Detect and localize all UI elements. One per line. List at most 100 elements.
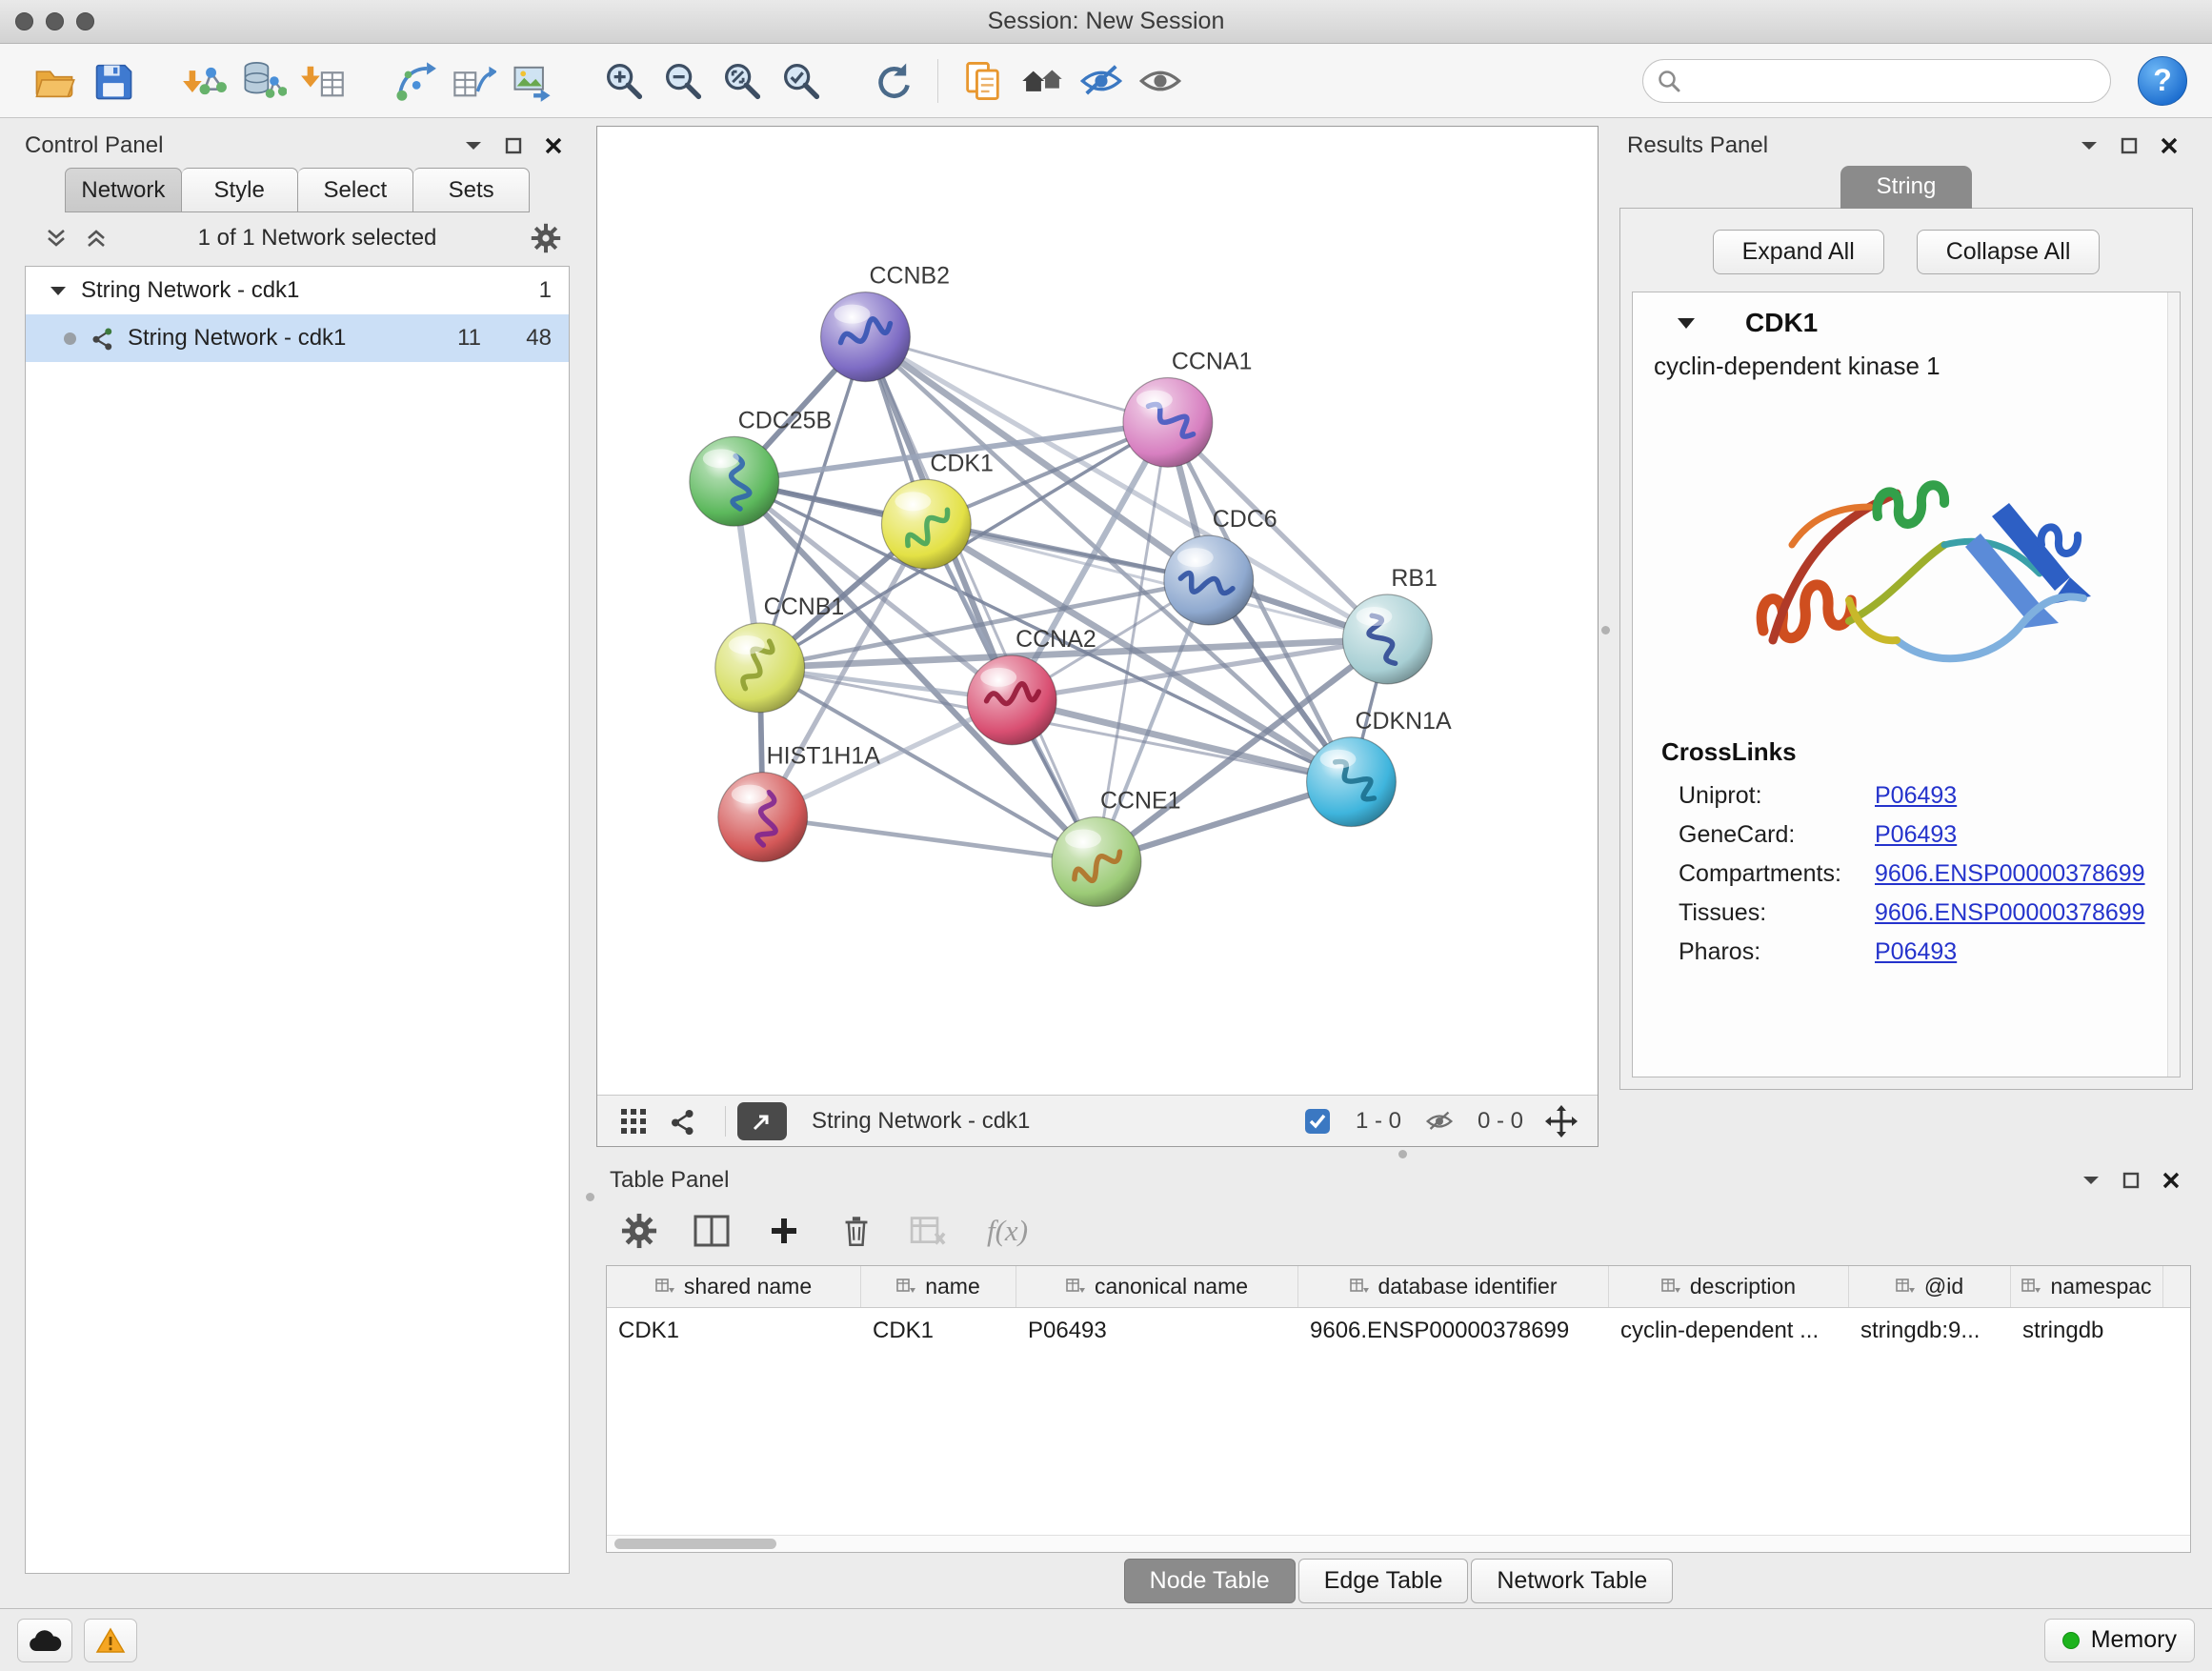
import-network-database-button[interactable] (234, 51, 293, 111)
column-header-name[interactable]: name (861, 1266, 1016, 1307)
delete-column-icon[interactable] (835, 1209, 878, 1253)
network-row[interactable]: String Network - cdk1 11 48 (26, 314, 569, 362)
network-from-selection-button[interactable] (385, 51, 444, 111)
help-button[interactable]: ? (2138, 56, 2187, 106)
node-CDKN1A[interactable]: CDKN1A (1307, 708, 1452, 827)
table-cell[interactable]: CDK1 (861, 1308, 1016, 1354)
show-all-button[interactable] (1131, 51, 1190, 111)
pan-move-icon[interactable] (1542, 1102, 1580, 1140)
tab-network-table[interactable]: Network Table (1471, 1559, 1673, 1603)
column-header-database-identifier[interactable]: database identifier (1298, 1266, 1609, 1307)
cloud-icon (28, 1628, 62, 1653)
show-columns-icon[interactable] (690, 1209, 734, 1253)
gene-header-row[interactable]: CDK1 (1633, 292, 2180, 348)
results-scrollbar[interactable] (2167, 292, 2180, 1077)
tab-network[interactable]: Network (65, 168, 182, 212)
new-network-table-button[interactable] (444, 51, 503, 111)
hide-selected-button[interactable] (1072, 51, 1131, 111)
cloud-button[interactable] (17, 1619, 72, 1662)
search-input[interactable] (1691, 68, 2097, 94)
memory-button[interactable]: Memory (2044, 1619, 2195, 1662)
birdseye-toggle-button[interactable] (737, 1102, 787, 1140)
snapshot-button[interactable] (954, 51, 1013, 111)
search-box[interactable] (1642, 59, 2111, 103)
crosslink-link[interactable]: P06493 (1875, 821, 1957, 849)
zoom-fit-button[interactable] (713, 51, 772, 111)
scrollbar-thumb[interactable] (614, 1539, 776, 1549)
float-panel-icon[interactable] (2115, 1166, 2147, 1195)
tab-string[interactable]: String (1840, 166, 1973, 209)
grid-layout-icon[interactable] (614, 1102, 653, 1140)
collapse-panel-icon[interactable] (457, 131, 490, 160)
import-network-file-button[interactable] (175, 51, 234, 111)
table-cell[interactable]: stringdb:9... (1849, 1308, 2011, 1354)
tab-sets[interactable]: Sets (413, 168, 530, 212)
network-canvas[interactable]: CCNB2CCNA1CDC25BCDK1CDC6RB1CCNB1CCNA2CDK… (597, 127, 1598, 1095)
tree-expander-icon[interactable] (50, 286, 66, 296)
node-CCNA1[interactable]: CCNA1 (1123, 348, 1252, 467)
column-header-namespac[interactable]: namespac (2011, 1266, 2163, 1307)
collapse-panel-icon[interactable] (2073, 131, 2105, 160)
minimize-window-button[interactable] (46, 12, 64, 30)
network-collection-row[interactable]: String Network - cdk1 1 (26, 267, 569, 314)
table-cell[interactable]: stringdb (2011, 1308, 2163, 1354)
tab-select[interactable]: Select (298, 168, 414, 212)
add-column-icon[interactable] (762, 1209, 806, 1253)
selected-checkbox-icon[interactable] (1298, 1102, 1337, 1140)
table-horizontal-scrollbar[interactable] (607, 1535, 2190, 1552)
collapse-all-button[interactable]: Collapse All (1917, 230, 2101, 274)
gene-detail-card: CDK1 cyclin-dependent kinase 1 (1632, 292, 2181, 1077)
canvas-table-splitter[interactable] (596, 1147, 2201, 1160)
node-table: shared namenamecanonical namedatabase id… (606, 1265, 2191, 1553)
gene-collapse-icon[interactable] (1677, 317, 1696, 330)
network-options-gear-icon[interactable] (530, 224, 562, 252)
refresh-button[interactable] (863, 51, 922, 111)
import-table-button[interactable] (293, 51, 352, 111)
node-RB1[interactable]: RB1 (1342, 565, 1437, 684)
edge-HIST1H1A-CCNE1[interactable] (763, 817, 1096, 862)
crosslink-link[interactable]: 9606.ENSP00000378699 (1875, 860, 2145, 888)
zoom-in-button[interactable] (594, 51, 654, 111)
table-cell[interactable]: CDK1 (607, 1308, 861, 1354)
zoom-out-button[interactable] (654, 51, 713, 111)
birds-eye-button[interactable] (1013, 51, 1072, 111)
crosslink-link[interactable]: 9606.ENSP00000378699 (1875, 899, 2145, 927)
export-image-button[interactable] (503, 51, 562, 111)
crosslink-link[interactable]: P06493 (1875, 782, 1957, 810)
table-options-gear-icon[interactable] (617, 1209, 661, 1253)
canvas-results-splitter[interactable] (1599, 126, 1612, 1147)
float-panel-icon[interactable] (2113, 131, 2145, 160)
tab-node-table[interactable]: Node Table (1124, 1559, 1296, 1603)
float-panel-icon[interactable] (497, 131, 530, 160)
close-window-button[interactable] (15, 12, 33, 30)
column-header--id[interactable]: @id (1849, 1266, 2011, 1307)
expand-all-trees-icon[interactable] (40, 224, 72, 252)
save-session-button[interactable] (84, 51, 143, 111)
collapse-all-trees-icon[interactable] (80, 224, 112, 252)
crosslink-link[interactable]: P06493 (1875, 938, 1957, 966)
table-cell[interactable]: 9606.ENSP00000378699 (1298, 1308, 1609, 1354)
table-cell[interactable]: cyclin-dependent ... (1609, 1308, 1849, 1354)
tab-edge-table[interactable]: Edge Table (1298, 1559, 1469, 1603)
collapse-panel-icon[interactable] (2075, 1166, 2107, 1195)
column-header-canonical-name[interactable]: canonical name (1016, 1266, 1298, 1307)
left-splitter[interactable] (583, 126, 596, 1608)
node-HIST1H1A[interactable]: HIST1H1A (718, 743, 880, 862)
close-panel-icon[interactable] (2153, 131, 2185, 160)
column-header-description[interactable]: description (1609, 1266, 1849, 1307)
hidden-eye-slash-icon[interactable] (1420, 1102, 1458, 1140)
close-panel-icon[interactable] (2155, 1166, 2187, 1195)
share-network-icon[interactable] (664, 1102, 702, 1140)
zoom-window-button[interactable] (76, 12, 94, 30)
column-header-shared-name[interactable]: shared name (607, 1266, 861, 1307)
zoom-selected-button[interactable] (772, 51, 831, 111)
node-CCNB2[interactable]: CCNB2 (821, 263, 950, 382)
warnings-button[interactable] (84, 1619, 137, 1662)
function-builder-icon[interactable]: f(x) (987, 1214, 1028, 1248)
close-panel-icon[interactable] (537, 131, 570, 160)
table-row[interactable]: CDK1CDK1P064939606.ENSP00000378699cyclin… (607, 1308, 2190, 1354)
table-cell[interactable]: P06493 (1016, 1308, 1298, 1354)
expand-all-button[interactable]: Expand All (1713, 230, 1884, 274)
tab-style[interactable]: Style (182, 168, 298, 212)
open-session-button[interactable] (25, 51, 84, 111)
